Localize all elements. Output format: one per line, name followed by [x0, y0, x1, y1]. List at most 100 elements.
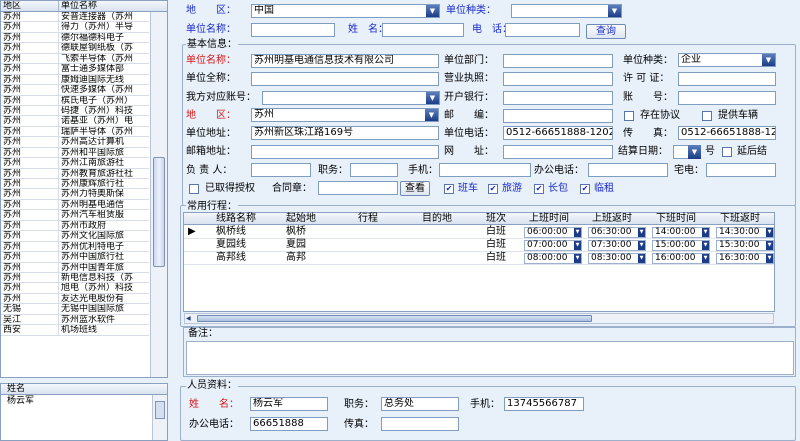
settle-date-input[interactable] [673, 145, 689, 159]
chevron-down-icon[interactable]: ▼ [766, 254, 773, 263]
contact-list-scrollbar[interactable] [152, 395, 167, 440]
cell-work-start-time[interactable]: 08:00:00 ▼ [524, 253, 582, 264]
table-row[interactable]: 苏州 苏州力特奥斯保 [1, 189, 149, 200]
personnel-mobile-input[interactable]: 13745566787 [504, 397, 584, 411]
table-row[interactable]: 夏园线 夏园 白班 07:00:00 ▼ 07:30:00 ▼ 15:00:00 ▼ 15:30:… [184, 239, 774, 252]
column-header-work-end-return[interactable]: 下班返时 [720, 213, 760, 225]
schedule-grid[interactable]: 线路名称 起始地 行程 目的地 班次 上班时间 上班返时 下班时间 下班返时 ▶… [183, 212, 775, 312]
column-header-line[interactable]: 线路名称 [216, 213, 256, 225]
cell-origin[interactable]: 夏园 [286, 239, 306, 251]
table-row[interactable]: 苏州 苏州康辉旅行社 [1, 179, 149, 190]
unit-list-scroll-thumb[interactable] [153, 157, 165, 267]
search-person-input[interactable] [382, 23, 464, 37]
chevron-down-icon[interactable]: ▼ [608, 5, 621, 17]
table-row[interactable]: 苏州 得力（苏州）半导 [1, 22, 149, 33]
cell-shift[interactable]: 白班 [486, 226, 506, 238]
personnel-fax-input[interactable] [381, 417, 459, 431]
department-input[interactable] [503, 54, 613, 68]
authorized-checkbox[interactable] [189, 184, 199, 194]
office-phone-input[interactable] [588, 163, 668, 177]
table-row[interactable]: 苏州 新电信息科技（苏 [1, 272, 149, 284]
schedule-scroll-thumb[interactable] [197, 315, 592, 322]
chevron-down-icon[interactable]: ▼ [574, 228, 581, 237]
person-in-charge-input[interactable] [251, 163, 311, 177]
chevron-down-icon[interactable]: ▼ [766, 228, 773, 237]
contact-list-scroll-thumb[interactable] [155, 401, 165, 419]
our-account-select[interactable]: ▼ [262, 91, 440, 105]
table-row[interactable]: 无锡 无锡中国国际旅 [1, 304, 149, 315]
cell-work-end-time[interactable]: 15:00:00 ▼ [652, 240, 710, 251]
column-header-work-start[interactable]: 上班时间 [529, 213, 569, 225]
cell-work-start-return-time[interactable]: 07:30:00 ▼ [588, 240, 646, 251]
vehicle-checkbox[interactable] [702, 111, 712, 121]
cell-line-name[interactable]: 枫桥线 [216, 226, 246, 238]
chevron-down-icon[interactable]: ▼ [638, 254, 645, 263]
personnel-name-input[interactable]: 杨云军 [250, 397, 328, 411]
search-unit-type-select[interactable]: ▼ [511, 4, 622, 18]
cell-line-name[interactable]: 高邦线 [216, 252, 246, 264]
cell-origin[interactable]: 高邦 [286, 252, 306, 264]
table-row[interactable]: 苏州 码捷（苏州）科技 [1, 105, 149, 117]
table-row[interactable]: 苏州 苏州中国旅行社 [1, 252, 149, 263]
contact-list[interactable]: 姓名 杨云军 [0, 383, 168, 441]
chevron-down-icon[interactable]: ▼ [638, 228, 645, 237]
cell-work-start-time[interactable]: 07:00:00 ▼ [524, 240, 582, 251]
table-row[interactable]: 苏州 诺基亚（苏州）电 [1, 116, 149, 127]
table-row[interactable]: 苏州 苏州文化国际旅 [1, 231, 149, 242]
cell-shift[interactable]: 白班 [486, 252, 506, 264]
search-region-select[interactable]: 中国 ▼ [251, 4, 440, 18]
chevron-down-icon[interactable]: ▼ [426, 5, 439, 17]
view-contract-button[interactable]: 查看 [400, 181, 430, 196]
unit-list-scrollbar[interactable] [150, 12, 167, 377]
table-row[interactable]: 苏州 苏州明基电通信 [1, 199, 149, 211]
website-input[interactable] [503, 145, 613, 159]
table-row[interactable]: 苏州 友达光电股份有 [1, 293, 149, 305]
unit-name-input[interactable]: 苏州明基电通信息技术有限公司 [251, 54, 439, 68]
search-phone-input[interactable] [505, 23, 580, 37]
table-row[interactable]: 苏州 苏州汽车租赁服 [1, 210, 149, 221]
mobile-input[interactable] [439, 163, 531, 177]
table-row[interactable]: 苏州 安普连接器（苏州 [1, 12, 149, 23]
cell-work-start-return-time[interactable]: 06:30:00 ▼ [588, 227, 646, 238]
delay-settle-checkbox[interactable] [722, 147, 732, 157]
home-phone-input[interactable] [706, 163, 776, 177]
chevron-down-icon[interactable]: ▼ [766, 241, 773, 250]
postcode-input[interactable] [503, 109, 613, 123]
address-input[interactable]: 苏州新区珠江路169号 [251, 126, 439, 140]
chevron-down-icon[interactable]: ▼ [702, 241, 709, 250]
cell-work-start-time[interactable]: 06:00:00 ▼ [524, 227, 582, 238]
column-header-region[interactable]: 地区 [1, 1, 59, 11]
permit-input[interactable] [678, 72, 776, 86]
table-row[interactable]: 苏州 苏州中国青年旅 [1, 262, 149, 273]
chevron-down-icon[interactable]: ▼ [425, 109, 438, 121]
table-row[interactable]: 苏州 康姆迪国际无线 [1, 74, 149, 86]
fax-input[interactable]: 0512-66651888-1206 [678, 126, 776, 140]
cell-work-end-return-time[interactable]: 15:30:00 ▼ [716, 240, 774, 251]
table-row[interactable]: 苏州 苏州市政府 [1, 220, 149, 232]
cell-origin[interactable]: 枫桥 [286, 226, 306, 238]
cell-work-end-return-time[interactable]: 16:30:00 ▼ [716, 253, 774, 264]
column-header-origin[interactable]: 起始地 [286, 213, 316, 225]
table-row[interactable]: 苏州 飞索半导体（苏州 [1, 53, 149, 65]
basic-region-select[interactable]: 苏州 ▼ [251, 108, 439, 122]
table-row[interactable]: 高邦线 高邦 白班 08:00:00 ▼ 08:30:00 ▼ 16:00:00 ▼ 16:30:… [184, 252, 774, 265]
service-long-term-checkbox[interactable]: ✔ [534, 184, 544, 194]
column-header-work-start-return[interactable]: 上班返时 [592, 213, 632, 225]
column-header-unit-name[interactable]: 单位名称 [59, 1, 149, 11]
table-row[interactable]: 苏州 德联屋钢纸板（苏 [1, 43, 149, 54]
personnel-office-phone-input[interactable]: 66651888 [250, 417, 328, 431]
table-row[interactable]: 苏州 槟氏电子（苏州） [1, 95, 149, 106]
search-button[interactable]: 查询 [586, 24, 626, 39]
full-name-input[interactable] [251, 72, 439, 86]
contract-seal-input[interactable] [318, 181, 398, 195]
chevron-down-icon[interactable]: ▼ [574, 254, 581, 263]
cell-line-name[interactable]: 夏园线 [216, 239, 246, 251]
column-header-work-end[interactable]: 下班时间 [656, 213, 696, 225]
chevron-down-icon[interactable]: ▼ [762, 54, 775, 66]
license-input[interactable] [503, 72, 613, 86]
cell-work-start-return-time[interactable]: 08:30:00 ▼ [588, 253, 646, 264]
schedule-horizontal-scrollbar[interactable]: ◀ [184, 313, 774, 324]
cell-work-end-time[interactable]: 14:00:00 ▼ [652, 227, 710, 238]
personnel-position-input[interactable]: 总务处 [381, 397, 459, 411]
chevron-down-icon[interactable]: ▼ [702, 228, 709, 237]
